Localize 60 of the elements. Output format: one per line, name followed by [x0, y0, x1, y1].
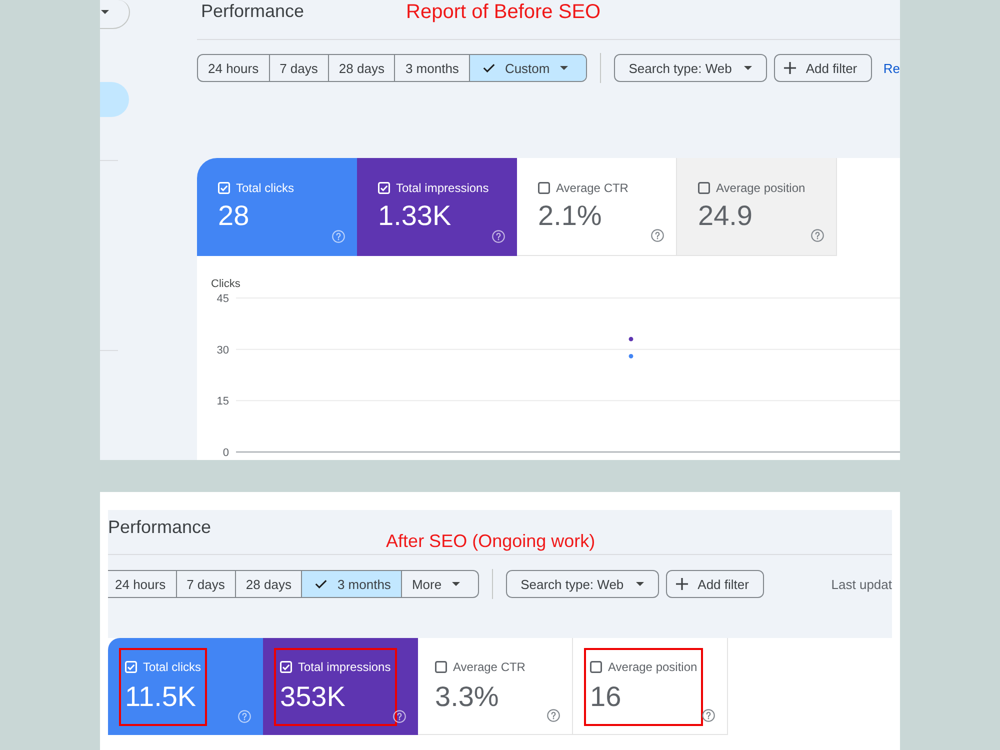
metric-value: 24.9 [698, 200, 754, 232]
last-updated-text: Last updat [831, 576, 892, 592]
help-icon[interactable] [651, 229, 664, 242]
metric-value: 11.5K [125, 681, 198, 713]
metric-label: Average CTR [453, 660, 526, 674]
axis-tick-label: 15 [216, 396, 229, 408]
metric-label: Total clicks [236, 181, 294, 195]
axis-title: Clicks [211, 278, 240, 290]
metric-label: Total clicks [143, 660, 202, 674]
metric-value: 16 [590, 681, 622, 713]
metric-label: Average CTR [556, 181, 628, 195]
metric-checkbox[interactable] [538, 182, 550, 194]
caret-icon [636, 582, 644, 586]
date-range-button[interactable]: 24 hours [108, 571, 176, 597]
axis-tick-label: 30 [216, 344, 229, 356]
metric-card[interactable]: Average CTR 2.1% [517, 158, 677, 256]
check-icon [315, 579, 328, 589]
metric-checkbox[interactable] [590, 661, 602, 673]
filter-dropdown[interactable]: Search type: Web [506, 570, 659, 598]
metric-value: 1.33K [378, 200, 452, 232]
metric-value: 3.3% [435, 681, 500, 713]
caret-icon [101, 10, 109, 14]
check-icon [482, 63, 495, 73]
metric-card[interactable]: Average CTR 3.3% [418, 638, 573, 735]
caret-icon [560, 66, 568, 70]
text-link[interactable]: Re [883, 60, 900, 76]
metric-label: Average position [608, 660, 698, 674]
annotation-text: After SEO (Ongoing work) [386, 530, 596, 552]
metric-label: Total impressions [298, 660, 391, 674]
date-range-button[interactable]: 24 hours [198, 55, 269, 81]
date-range-button[interactable]: 7 days [268, 55, 328, 81]
metric-checkbox[interactable] [435, 661, 447, 673]
metric-card[interactable]: Average position 16 [573, 638, 728, 735]
metric-label: Total impressions [396, 181, 489, 195]
caret-icon [744, 66, 752, 70]
date-range-button[interactable]: 3 months [301, 571, 401, 597]
page-title: Performance [201, 0, 304, 22]
add-filter-button[interactable]: Add filter [666, 570, 764, 598]
metric-card[interactable]: Average position 24.9 [677, 158, 837, 256]
help-icon[interactable] [547, 709, 560, 722]
date-range-button[interactable]: Custom [468, 55, 586, 81]
metric-checkbox[interactable] [698, 182, 710, 194]
add-filter-button[interactable]: Add filter [774, 54, 872, 82]
metric-label: Average position [716, 181, 806, 195]
axis-tick-label: 45 [216, 293, 229, 305]
plus-icon [676, 578, 688, 590]
plus-icon [784, 62, 796, 74]
caret-icon [452, 582, 460, 586]
date-range-button[interactable]: 7 days [176, 571, 235, 597]
help-icon[interactable] [702, 709, 715, 722]
axis-tick-label: 0 [222, 447, 229, 459]
date-range-button[interactable]: More [400, 571, 478, 597]
metric-value: 353K [280, 681, 346, 713]
metric-value: 28 [218, 200, 250, 232]
help-icon[interactable] [811, 229, 824, 242]
metric-value: 2.1% [538, 200, 603, 232]
filter-dropdown[interactable]: Search type: Web [614, 54, 767, 82]
date-range-button[interactable]: 28 days [328, 55, 394, 81]
page-title: Performance [108, 516, 212, 538]
annotation-text: Report of Before SEO [406, 0, 601, 24]
